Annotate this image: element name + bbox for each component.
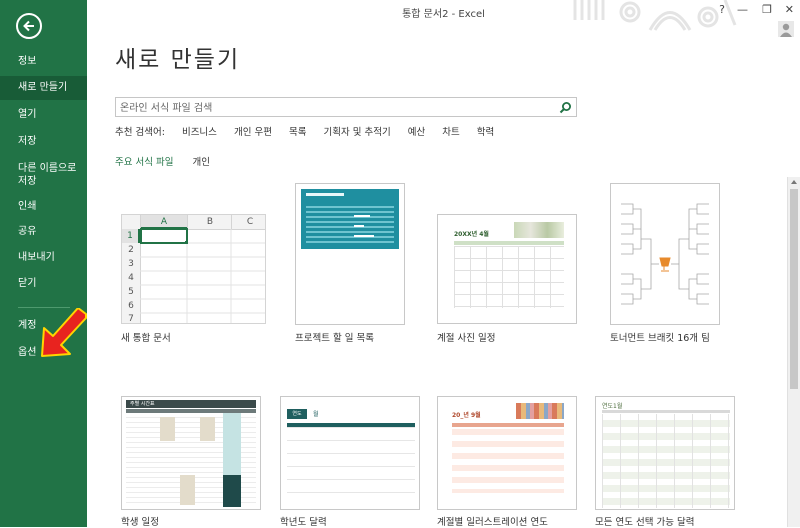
window-title: 통합 문서2 - Excel xyxy=(402,9,485,20)
page-title: 새로 만들기 xyxy=(115,47,241,73)
project-todo-thumbnail xyxy=(295,183,405,325)
scrollbar-thumb[interactable] xyxy=(790,189,798,389)
academic-calendar-thumbnail: 연도 월 xyxy=(280,396,420,510)
back-arrow-icon xyxy=(23,20,34,32)
search-box xyxy=(115,97,577,118)
nav-info[interactable]: 정보 xyxy=(0,50,87,74)
nav-share[interactable]: 공유 xyxy=(0,220,87,244)
nav-open[interactable]: 열기 xyxy=(0,103,87,127)
nav-close[interactable]: 닫기 xyxy=(0,272,87,296)
tab-featured[interactable]: 주요 서식 파일 xyxy=(115,157,173,168)
backstage-main: 통합 문서2 - Excel ? — ❐ ✕ 새로 만들기 추천 검색어: 비즈… xyxy=(87,0,800,528)
backstage-sidebar: 정보 새로 만들기 열기 저장 다른 이름으로 저장 인쇄 공유 내보내기 닫기… xyxy=(0,0,87,527)
search-icon[interactable] xyxy=(559,101,572,114)
title-bar: 통합 문서2 - Excel ? — ❐ ✕ xyxy=(87,0,800,31)
seasonal-calendar-thumbnail: 20XX년 4월 xyxy=(437,214,577,324)
help-button[interactable]: ? xyxy=(719,3,725,16)
tournament-bracket-thumbnail xyxy=(610,183,720,325)
template-tabs: 주요 서식 파일 개인 xyxy=(115,154,226,168)
suggest-education[interactable]: 학력 xyxy=(477,127,494,138)
nav-save[interactable]: 저장 xyxy=(0,130,87,154)
nav-new[interactable]: 새로 만들기 xyxy=(0,76,87,100)
template-caption: 토너먼트 브래킷 16개 팀 xyxy=(610,333,710,344)
suggest-chart[interactable]: 차트 xyxy=(442,127,459,138)
tab-personal[interactable]: 개인 xyxy=(193,157,210,168)
nav-export[interactable]: 내보내기 xyxy=(0,246,87,270)
template-caption: 계절 사진 일정 xyxy=(437,333,496,344)
suggest-budget[interactable]: 예산 xyxy=(408,127,425,138)
template-caption: 프로젝트 할 일 목록 xyxy=(295,333,374,344)
suggest-business[interactable]: 비즈니스 xyxy=(182,127,217,138)
suggest-label: 추천 검색어: xyxy=(115,127,165,138)
student-schedule-thumbnail: 주별 시간표 xyxy=(121,396,261,510)
minimize-button[interactable]: — xyxy=(737,3,748,16)
suggest-planner[interactable]: 기획자 및 추적기 xyxy=(323,127,390,138)
close-button[interactable]: ✕ xyxy=(785,3,794,16)
suggest-list[interactable]: 목록 xyxy=(289,127,306,138)
user-avatar-icon[interactable] xyxy=(778,21,794,37)
template-caption: 계절별 일러스트레이션 연도 xyxy=(437,517,548,528)
template-search-input[interactable] xyxy=(116,98,562,118)
template-caption: 학생 일정 xyxy=(121,517,159,528)
seasonal-illustration-thumbnail: 20_년 9월 xyxy=(437,396,577,510)
suggested-searches: 추천 검색어: 비즈니스 개인 우편 목록 기획자 및 추적기 예산 차트 학력 xyxy=(115,124,508,138)
template-caption: 새 통합 문서 xyxy=(121,333,171,344)
nav-print[interactable]: 인쇄 xyxy=(0,195,87,219)
blank-workbook-thumbnail: A B C 1 2 3 4 5 6 7 xyxy=(121,214,266,324)
suggest-personal-mail[interactable]: 개인 우편 xyxy=(234,127,272,138)
nav-save-as[interactable]: 다른 이름으로 저장 xyxy=(0,156,87,194)
any-year-calendar-thumbnail: 연도1월 xyxy=(595,396,735,510)
red-arrow-icon xyxy=(41,308,87,357)
restore-button[interactable]: ❐ xyxy=(762,3,772,16)
back-button[interactable] xyxy=(16,13,42,39)
template-caption: 모든 연도 선택 가능 달력 xyxy=(595,517,695,528)
vertical-scrollbar[interactable] xyxy=(787,177,800,527)
template-caption: 학년도 달력 xyxy=(280,517,327,528)
scroll-up-icon[interactable] xyxy=(791,180,797,184)
